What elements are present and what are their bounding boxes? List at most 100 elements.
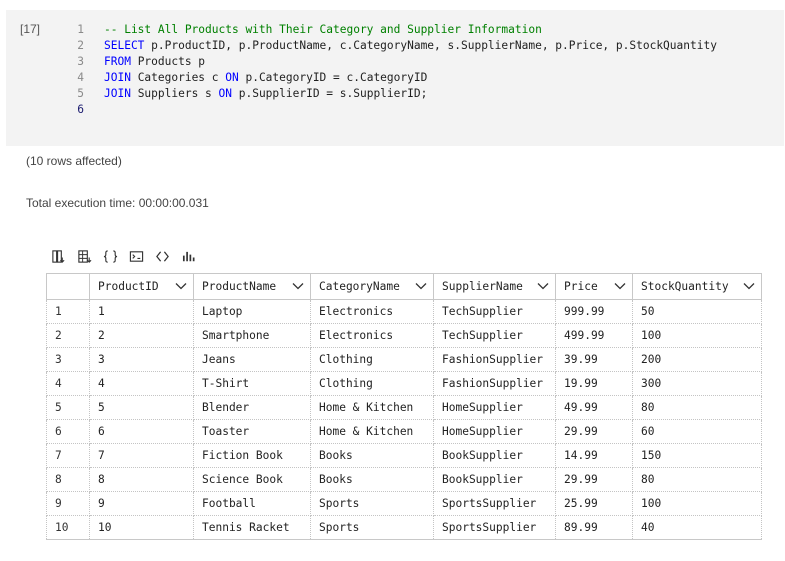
code-cell[interactable]: [17] 1 -- List All Products with Their Ca…	[6, 10, 784, 146]
row-number[interactable]: 3	[46, 347, 90, 372]
code-line[interactable]: 6	[46, 102, 717, 118]
cell-suppliername[interactable]: SportsSupplier	[433, 515, 556, 540]
chevron-down-icon[interactable]	[743, 280, 755, 293]
cell-stockquantity[interactable]: 300	[632, 371, 762, 396]
cell-productname[interactable]: Smartphone	[193, 323, 311, 348]
table-row[interactable]: 9 9 Football Sports SportsSupplier 25.99 100	[46, 491, 762, 516]
table-row[interactable]: 1 1 Laptop Electronics TechSupplier 999.99 50	[46, 299, 762, 324]
cell-categoryname[interactable]: Clothing	[310, 371, 434, 396]
chevron-down-icon[interactable]	[175, 280, 187, 293]
cell-stockquantity[interactable]: 40	[632, 515, 762, 540]
cell-productid[interactable]: 3	[89, 347, 194, 372]
code-line[interactable]: 4 JOIN Categories c ON p.CategoryID = c.C…	[46, 70, 717, 86]
cell-productname[interactable]: Football	[193, 491, 311, 516]
cell-price[interactable]: 39.99	[555, 347, 633, 372]
chevron-down-icon[interactable]	[614, 280, 626, 293]
cell-stockquantity[interactable]: 150	[632, 443, 762, 468]
cell-price[interactable]: 999.99	[555, 299, 633, 324]
cell-suppliername[interactable]: HomeSupplier	[433, 419, 556, 444]
cell-suppliername[interactable]: FashionSupplier	[433, 347, 556, 372]
cell-categoryname[interactable]: Clothing	[310, 347, 434, 372]
row-number[interactable]: 7	[46, 443, 90, 468]
cell-productid[interactable]: 8	[89, 467, 194, 492]
cell-productname[interactable]: Jeans	[193, 347, 311, 372]
row-number[interactable]: 8	[46, 467, 90, 492]
chart-button[interactable]	[180, 248, 197, 264]
cell-price[interactable]: 49.99	[555, 395, 633, 420]
cell-price[interactable]: 499.99	[555, 323, 633, 348]
cell-productid[interactable]: 10	[89, 515, 194, 540]
cell-productid[interactable]: 7	[89, 443, 194, 468]
results-grid[interactable]: ProductID ProductName CategoryName Supplier…	[46, 273, 762, 540]
cell-productid[interactable]: 9	[89, 491, 194, 516]
table-row[interactable]: 8 8 Science Book Books BookSupplier 29.99 80	[46, 467, 762, 492]
cell-productname[interactable]: Science Book	[193, 467, 311, 492]
cell-suppliername[interactable]: TechSupplier	[433, 299, 556, 324]
column-header-suppliername[interactable]: SupplierName	[433, 273, 556, 300]
column-header-stockquantity[interactable]: StockQuantity	[632, 273, 762, 300]
cell-productname[interactable]: T-Shirt	[193, 371, 311, 396]
cell-stockquantity[interactable]: 80	[632, 467, 762, 492]
column-header-price[interactable]: Price	[555, 273, 633, 300]
cell-productid[interactable]: 1	[89, 299, 194, 324]
code-line[interactable]: 3 FROM Products p	[46, 54, 717, 70]
copy-button[interactable]	[154, 248, 171, 264]
cell-stockquantity[interactable]: 60	[632, 419, 762, 444]
cell-suppliername[interactable]: HomeSupplier	[433, 395, 556, 420]
chevron-down-icon[interactable]	[292, 280, 304, 293]
cell-categoryname[interactable]: Sports	[310, 515, 434, 540]
row-number[interactable]: 6	[46, 419, 90, 444]
cell-suppliername[interactable]: BookSupplier	[433, 443, 556, 468]
cell-categoryname[interactable]: Home & Kitchen	[310, 419, 434, 444]
chevron-down-icon[interactable]	[415, 280, 427, 293]
cell-productname[interactable]: Laptop	[193, 299, 311, 324]
save-as-xml-button[interactable]	[128, 248, 145, 264]
row-number[interactable]: 10	[46, 515, 90, 540]
save-as-json-button[interactable]	[102, 248, 119, 264]
cell-suppliername[interactable]: BookSupplier	[433, 467, 556, 492]
code-line[interactable]: 1 -- List All Products with Their Categor…	[46, 22, 717, 38]
cell-categoryname[interactable]: Home & Kitchen	[310, 395, 434, 420]
cell-price[interactable]: 25.99	[555, 491, 633, 516]
column-header-productname[interactable]: ProductName	[193, 273, 311, 300]
cell-productid[interactable]: 4	[89, 371, 194, 396]
cell-productname[interactable]: Blender	[193, 395, 311, 420]
table-row[interactable]: 2 2 Smartphone Electronics TechSupplier 499.9…	[46, 323, 762, 348]
row-number[interactable]: 2	[46, 323, 90, 348]
cell-productid[interactable]: 2	[89, 323, 194, 348]
cell-stockquantity[interactable]: 50	[632, 299, 762, 324]
table-row[interactable]: 10 10 Tennis Racket Sports SportsSupplier 89.…	[46, 515, 762, 540]
cell-price[interactable]: 89.99	[555, 515, 633, 540]
cell-stockquantity[interactable]: 100	[632, 323, 762, 348]
cell-stockquantity[interactable]: 200	[632, 347, 762, 372]
cell-stockquantity[interactable]: 80	[632, 395, 762, 420]
cell-productname[interactable]: Tennis Racket	[193, 515, 311, 540]
row-number[interactable]: 1	[46, 299, 90, 324]
cell-productid[interactable]: 6	[89, 419, 194, 444]
cell-suppliername[interactable]: TechSupplier	[433, 323, 556, 348]
chevron-down-icon[interactable]	[537, 280, 549, 293]
cell-categoryname[interactable]: Books	[310, 467, 434, 492]
cell-suppliername[interactable]: FashionSupplier	[433, 371, 556, 396]
cell-price[interactable]: 29.99	[555, 467, 633, 492]
column-header-productid[interactable]: ProductID	[89, 273, 194, 300]
table-row[interactable]: 3 3 Jeans Clothing FashionSupplier 39.99 200	[46, 347, 762, 372]
cell-price[interactable]: 14.99	[555, 443, 633, 468]
cell-price[interactable]: 19.99	[555, 371, 633, 396]
row-number[interactable]: 9	[46, 491, 90, 516]
code-line[interactable]: 2 SELECT p.ProductID, p.ProductName, c.Ca…	[46, 38, 717, 54]
save-as-excel-button[interactable]	[76, 248, 93, 264]
table-row[interactable]: 6 6 Toaster Home & Kitchen HomeSupplier 29.99…	[46, 419, 762, 444]
row-number[interactable]: 5	[46, 395, 90, 420]
cell-suppliername[interactable]: SportsSupplier	[433, 491, 556, 516]
cell-productname[interactable]: Toaster	[193, 419, 311, 444]
table-row[interactable]: 4 4 T-Shirt Clothing FashionSupplier 19.99 300	[46, 371, 762, 396]
column-header-categoryname[interactable]: CategoryName	[310, 273, 434, 300]
table-row[interactable]: 7 7 Fiction Book Books BookSupplier 14.99 150	[46, 443, 762, 468]
cell-productname[interactable]: Fiction Book	[193, 443, 311, 468]
save-as-csv-button[interactable]	[50, 248, 67, 264]
table-row[interactable]: 5 5 Blender Home & Kitchen HomeSupplier 49.99…	[46, 395, 762, 420]
cell-categoryname[interactable]: Sports	[310, 491, 434, 516]
cell-stockquantity[interactable]: 100	[632, 491, 762, 516]
code-line[interactable]: 5 JOIN Suppliers s ON p.SupplierID = s.Su…	[46, 86, 717, 102]
